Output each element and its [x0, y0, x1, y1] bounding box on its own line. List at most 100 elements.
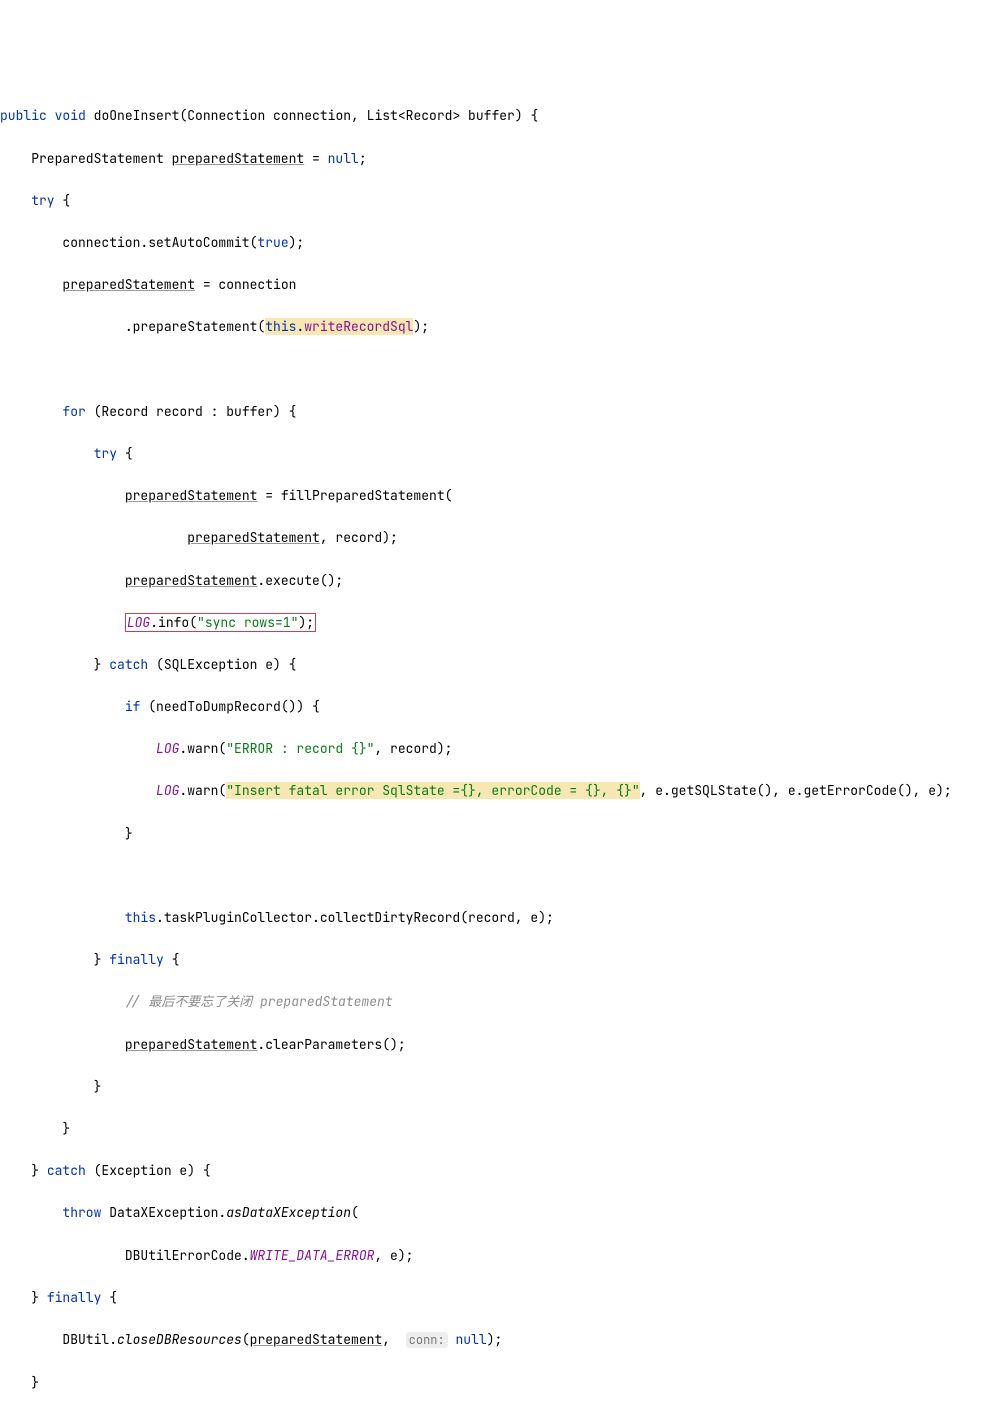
text: }	[94, 1078, 102, 1095]
text: .warn(	[179, 740, 226, 757]
variable: preparedStatement	[250, 1331, 383, 1348]
keyword-null: null	[328, 150, 359, 167]
keyword-for: for	[62, 403, 85, 420]
text: }	[125, 825, 133, 842]
code-line: preparedStatement, record);	[0, 527, 982, 548]
keyword-public: public	[0, 107, 47, 124]
string: "ERROR : record {}"	[226, 740, 374, 757]
code-line: PreparedStatement preparedStatement = nu…	[0, 148, 982, 169]
text: =	[304, 150, 327, 167]
constant: WRITE_DATA_ERROR	[250, 1247, 375, 1264]
text: , e.getSQLState(), e.getErrorCode(), e);	[640, 782, 952, 799]
keyword-void: void	[55, 107, 86, 124]
keyword-this: this	[265, 318, 296, 335]
code-line: preparedStatement = fillPreparedStatemen…	[0, 485, 982, 506]
text: , record);	[320, 529, 398, 546]
code-line: connection.setAutoCommit(true);	[0, 232, 982, 253]
highlight-red-box: LOG.info("sync rows=1");	[125, 613, 316, 632]
text: = fillPreparedStatement(	[257, 487, 452, 504]
string-highlight: "Insert fatal error SqlState ={}, errorC…	[226, 782, 639, 799]
param-hint: conn:	[406, 1332, 448, 1348]
text: {	[117, 445, 133, 462]
text: (	[242, 1331, 250, 1348]
variable: preparedStatement	[125, 1036, 258, 1053]
text: (Record record : buffer) {	[86, 403, 297, 420]
text: ,	[382, 1331, 398, 1348]
code-line: }	[0, 1372, 982, 1393]
keyword-if: if	[125, 698, 141, 715]
variable: preparedStatement	[62, 276, 195, 293]
code-line: }	[0, 823, 982, 844]
text	[448, 1331, 456, 1348]
log-field: LOG	[156, 782, 179, 799]
text: }	[94, 656, 110, 673]
variable: preparedStatement	[187, 529, 320, 546]
code-line: if (needToDumpRecord()) {	[0, 696, 982, 717]
keyword-this: this	[125, 909, 156, 926]
code-line: try {	[0, 443, 982, 464]
keyword-true: true	[257, 234, 288, 251]
code-line: DBUtilErrorCode.WRITE_DATA_ERROR, e);	[0, 1245, 982, 1266]
code-line: LOG.warn("Insert fatal error SqlState ={…	[0, 780, 982, 801]
code-line: DBUtil.closeDBResources(preparedStatemen…	[0, 1329, 982, 1351]
text: }	[94, 951, 110, 968]
string: "sync rows=1"	[197, 614, 298, 631]
code-line: }	[0, 1118, 982, 1139]
text: DBUtil.	[62, 1331, 117, 1348]
log-field: LOG	[156, 740, 179, 757]
text: (needToDumpRecord()) {	[140, 698, 319, 715]
keyword-finally: finally	[109, 951, 164, 968]
text: .clearParameters();	[257, 1036, 405, 1053]
code-line: throw DataXException.asDataXException(	[0, 1202, 982, 1223]
static-method: asDataXException	[226, 1204, 351, 1221]
text: (Exception e) {	[86, 1162, 211, 1179]
code-editor[interactable]: public void doOneInsert(Connection conne…	[0, 84, 982, 1410]
code-line: LOG.warn("ERROR : record {}", record);	[0, 738, 982, 759]
text: }	[31, 1162, 47, 1179]
comment: // 最后不要忘了关闭 preparedStatement	[125, 993, 393, 1010]
code-line: } catch (SQLException e) {	[0, 654, 982, 675]
text: {	[164, 951, 180, 968]
code-line: }	[0, 1076, 982, 1097]
text: .prepareStatement(	[125, 318, 265, 335]
text: .info(	[150, 614, 197, 631]
code-line: preparedStatement.clearParameters();	[0, 1034, 982, 1055]
text: {	[101, 1289, 117, 1306]
text: = connection	[195, 276, 296, 293]
text: .execute();	[257, 572, 343, 589]
text: );	[487, 1331, 503, 1348]
text: .warn(	[179, 782, 226, 799]
code-line: for (Record record : buffer) {	[0, 401, 982, 422]
keyword-catch: catch	[109, 656, 148, 673]
code-line: // 最后不要忘了关闭 preparedStatement	[0, 991, 982, 1012]
variable: preparedStatement	[172, 150, 305, 167]
keyword-catch: catch	[47, 1162, 86, 1179]
code-line: preparedStatement = connection	[0, 274, 982, 295]
highlight-yellow: this.writeRecordSql	[265, 318, 413, 335]
text: );	[413, 318, 429, 335]
text: }	[62, 1120, 70, 1137]
code-line	[0, 359, 982, 380]
text: DataXException.	[101, 1204, 226, 1221]
text: , e);	[374, 1247, 413, 1264]
variable: preparedStatement	[125, 487, 258, 504]
text: .taskPluginCollector.collectDirtyRecord(…	[156, 909, 554, 926]
keyword-try: try	[94, 445, 117, 462]
method-name: doOneInsert	[94, 107, 180, 124]
keyword-try: try	[31, 192, 54, 209]
code-line: LOG.info("sync rows=1");	[0, 612, 982, 633]
code-line: .prepareStatement(this.writeRecordSql);	[0, 316, 982, 337]
code-line	[0, 865, 982, 886]
text: , record);	[374, 740, 452, 757]
text: DBUtilErrorCode.	[125, 1247, 250, 1264]
keyword-throw: throw	[62, 1204, 101, 1221]
text: (SQLException e) {	[148, 656, 296, 673]
code-line: public void doOneInsert(Connection conne…	[0, 105, 982, 126]
params: (Connection connection, List<Record> buf…	[179, 107, 538, 124]
text: }	[31, 1289, 47, 1306]
code-line: this.taskPluginCollector.collectDirtyRec…	[0, 907, 982, 928]
code-line: } catch (Exception e) {	[0, 1160, 982, 1181]
code-line: } finally {	[0, 949, 982, 970]
field: writeRecordSql	[304, 318, 413, 335]
text: );	[298, 614, 314, 631]
